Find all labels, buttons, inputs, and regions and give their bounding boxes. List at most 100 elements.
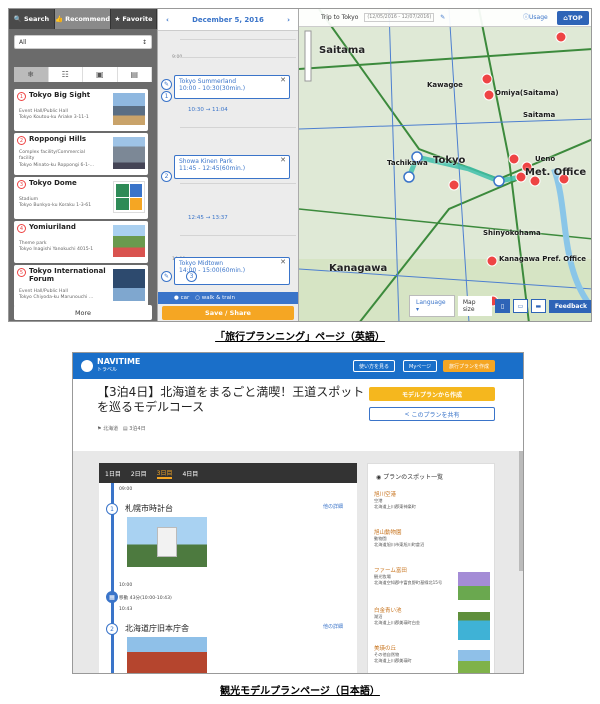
date-header: ‹ December 5, 2016 › xyxy=(158,9,298,31)
tab-day-1[interactable]: 1日目 xyxy=(105,469,121,478)
spot-category: Complex facility/Commercial xyxy=(19,150,85,155)
spot-thumbnail xyxy=(113,225,145,257)
japanese-page-screenshot: NAVITIME トラベル 使い方を見る Myページ 旅行プランを作成 【3泊4… xyxy=(72,352,524,674)
itinerary-card[interactable]: Tokyo Summerland 10:00 - 10:30(30min.) ✕ xyxy=(174,75,290,99)
share-plan-button[interactable]: < このプランを共有 xyxy=(369,407,495,421)
spot-detail-link[interactable]: 他の詳細 xyxy=(323,623,343,630)
close-icon[interactable]: ✕ xyxy=(280,77,286,84)
spot-item[interactable]: 4 Yomiuriland Theme park Tokyo Inagishi … xyxy=(14,221,148,263)
map-label: Met. Office xyxy=(525,167,587,178)
spot-address: Tokyo Bunkyo-ku Koraku 1-3-61 xyxy=(19,203,92,208)
more-button[interactable]: More xyxy=(14,305,152,320)
pin-icon[interactable]: ✎ xyxy=(161,271,172,282)
feedback-button[interactable]: Feedback xyxy=(548,299,591,313)
trip-header: Trip to Tokyo (12/05/2016 - 12/07/2016) … xyxy=(299,9,591,27)
spot-number: 1 xyxy=(17,92,26,101)
how-to-button[interactable]: 使い方を見る xyxy=(353,360,396,372)
spot-item[interactable]: 5 Tokyo International Forum Event Hall/P… xyxy=(14,265,148,307)
language-select[interactable]: Language ▾ xyxy=(409,295,455,317)
itinerary-date: December 5, 2016 xyxy=(192,15,264,24)
itinerary-panel: ‹ December 5, 2016 › 9:00 14:00 ✎ Tokyo … xyxy=(157,9,299,321)
spot-address: Tokyo Inagishi Yanokuchi 4015-1 xyxy=(19,247,94,252)
spot-name[interactable]: 北海道庁旧本庁舎 xyxy=(125,623,189,634)
hour-line xyxy=(180,235,296,236)
save-share-button[interactable]: Save / Share xyxy=(162,306,294,320)
english-planner-screenshot: 🔍 Search 👍 Recommend ★ Favorite All ↕ ❄ ☷ ▣ … xyxy=(8,8,592,322)
create-plan-button[interactable]: 旅行プランを作成 xyxy=(443,360,496,372)
train-icon: ▦ xyxy=(106,591,118,603)
card-spot-name: Showa Kinen Park xyxy=(179,158,233,165)
pin-number: 3 xyxy=(186,271,197,282)
map-size-small-button[interactable]: ▯ xyxy=(495,299,510,313)
spot-number: 2 xyxy=(17,136,26,145)
mode-walk-train-radio[interactable]: ○ walk & train xyxy=(195,295,235,301)
time-label: 10:00 xyxy=(119,583,133,588)
sightseeing-category-icon[interactable]: ❄ xyxy=(14,67,49,82)
site-header: NAVITIME トラベル 使い方を見る Myページ 旅行プランを作成 xyxy=(73,353,523,379)
pin-number: 1 xyxy=(161,91,172,102)
spot-list-title: ◉ プランのスポット一覧 xyxy=(376,474,444,481)
itinerary-card[interactable]: Showa Kinen Park 11:45 - 12:45(60min.) ✕ xyxy=(174,155,290,179)
pin-number: 2 xyxy=(161,171,172,182)
pin-icon[interactable]: ✎ xyxy=(161,79,172,90)
scrollbar[interactable] xyxy=(519,451,523,571)
map-label: Tokyo xyxy=(433,155,466,166)
chevron-right-icon[interactable]: › xyxy=(287,16,290,24)
tab-recommend[interactable]: 👍 Recommend xyxy=(54,9,112,29)
side-spot-item[interactable]: ファーム富田 観光牧場 北海道空知郡中富良野町基線北15号 xyxy=(374,566,490,600)
close-icon[interactable]: ✕ xyxy=(280,259,286,266)
top-button[interactable]: ⌂ TOP xyxy=(557,11,589,25)
mypage-button[interactable]: Myページ xyxy=(403,360,438,372)
close-icon[interactable]: ✕ xyxy=(280,157,286,164)
search-icon: 🔍 xyxy=(13,15,22,23)
time-label: 10:43 xyxy=(119,607,133,612)
tab-day-2[interactable]: 2日目 xyxy=(131,469,147,478)
map-size-large-button[interactable]: ▬ xyxy=(530,299,546,313)
spot-item[interactable]: 1 Tokyo Big Sight Event Hall/Public Hall… xyxy=(14,89,148,131)
side-spot-item[interactable]: 美瑛の丘 その他自然物 北海道上川郡美瑛町 xyxy=(374,644,490,673)
spot-category: Stadium xyxy=(19,197,39,202)
area-select[interactable]: All ↕ xyxy=(14,35,152,49)
tab-favorite[interactable]: ★ Favorite xyxy=(111,9,157,29)
map-size-medium-button[interactable]: ▭ xyxy=(512,299,528,313)
spot-item[interactable]: 3 Tokyo Dome Stadium Tokyo Bunkyo-ku Kor… xyxy=(14,177,148,219)
edit-icon[interactable]: ✎ xyxy=(440,14,445,21)
tab-day-3[interactable]: 3日目 xyxy=(156,468,173,479)
page-title: 【3泊4日】北海道をまるごと満喫！王道スポットを巡るモデルコース xyxy=(97,385,365,414)
star-icon: ★ xyxy=(114,15,121,23)
spot-item[interactable]: 2 Roppongi Hills Complex facility/Commer… xyxy=(14,133,148,175)
spot-number: 2 xyxy=(106,623,118,635)
spot-number: 4 xyxy=(17,224,26,233)
spot-name: Tokyo Big Sight xyxy=(29,91,91,99)
spot-name[interactable]: 札幌市時計台 xyxy=(125,503,173,514)
shopping-category-icon[interactable]: ☷ xyxy=(49,67,83,82)
spot-detail-link[interactable]: 他の詳細 xyxy=(323,503,343,510)
map-view[interactable]: Trip to Tokyo (12/05/2016 - 12/07/2016) … xyxy=(299,9,591,321)
side-spot-item[interactable]: 白金青い池 湖沼 北海道上川郡美瑛町白金 xyxy=(374,606,490,640)
navitime-logo-icon xyxy=(81,360,93,372)
side-spot-item[interactable]: 旭川空港 空港 北海道上川郡東神楽町 xyxy=(374,490,490,510)
site-logo[interactable]: NAVITIME トラベル xyxy=(97,358,140,374)
hotel-category-icon[interactable]: ▣ xyxy=(83,67,118,82)
hour-line xyxy=(180,39,296,40)
map-label: Kanagawa Pref. Office xyxy=(499,255,586,263)
transport-category-icon[interactable]: ▤ xyxy=(118,67,152,82)
plan-meta: ⚑ 北海道 ▤ 3泊4日 xyxy=(97,426,146,432)
spot-thumbnail xyxy=(113,93,145,125)
spot-category: Event Hall/Public Hall xyxy=(19,109,68,114)
spot-address: Tokyo Koutou-ku Ariake 3-11-1 xyxy=(19,115,89,120)
spot-number: 3 xyxy=(17,180,26,189)
tab-search[interactable]: 🔍 Search xyxy=(9,9,55,29)
map-label: Ueno xyxy=(535,155,556,163)
create-from-model-button[interactable]: モデルプランから作成 xyxy=(369,387,495,401)
chevron-left-icon[interactable]: ‹ xyxy=(166,16,169,24)
spot-category: Theme park xyxy=(19,241,47,246)
hour-line xyxy=(180,127,296,128)
map-label: Saitama xyxy=(523,111,556,119)
mode-car-radio[interactable]: ● car xyxy=(174,295,189,301)
side-spot-item[interactable]: 旭山動物園 動物園 北海道旭川市東旭川町倉沼 xyxy=(374,528,490,548)
usage-link[interactable]: ⓘUsage xyxy=(523,12,548,21)
tab-day-4[interactable]: 4日目 xyxy=(182,469,198,478)
card-spot-name: Tokyo Midtown xyxy=(179,260,224,267)
travel-mode-bar: ● car ○ walk & train xyxy=(158,292,298,304)
